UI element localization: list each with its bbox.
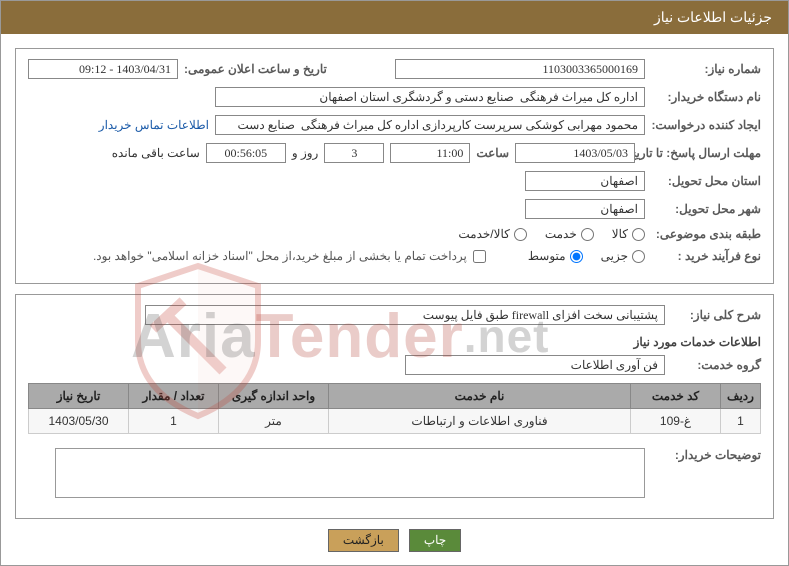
deadline-date-input [515,143,635,163]
row-service-group: گروه خدمت: [28,355,761,375]
deadline-time-input [390,143,470,163]
radio-service[interactable] [581,228,594,241]
announce-value-input [28,59,178,79]
payment-note: پرداخت تمام یا بخشی از مبلغ خرید،از محل … [93,249,467,263]
requester-input [215,115,645,135]
deliver-city-input [525,199,645,219]
radio-goods-option[interactable]: کالا [612,227,645,241]
radio-medium-label: متوسط [528,249,566,263]
content-area: شماره نیاز: تاریخ و ساعت اعلان عمومی: نا… [1,34,788,566]
service-group-input [405,355,665,375]
table-header-row: ردیف کد خدمت نام خدمت واحد اندازه گیری ت… [29,384,761,409]
row-process-type: نوع فرآیند خرید : جزیی متوسط پرداخت تمام… [28,249,761,263]
radio-medium[interactable] [570,250,583,263]
row-need-desc: شرح کلی نیاز: [28,305,761,325]
th-unit: واحد اندازه گیری [219,384,329,409]
days-input [324,143,384,163]
time-label: ساعت [476,146,509,160]
row-city: شهر محل تحویل: [28,199,761,219]
subject-radio-group: کالا خدمت کالا/خدمت [458,227,645,241]
radio-medium-option[interactable]: متوسط [528,249,583,263]
th-qty: تعداد / مقدار [129,384,219,409]
need-desc-input [145,305,665,325]
radio-minor[interactable] [632,250,645,263]
deadline-label: مهلت ارسال پاسخ: تا تاریخ: [641,146,761,160]
services-heading: اطلاعات خدمات مورد نیاز [28,335,761,349]
cell-code: غ-109 [631,409,721,434]
deliver-province-label: استان محل تحویل: [651,174,761,188]
radio-goods-label: کالا [612,227,628,241]
need-desc-label: شرح کلی نیاز: [671,308,761,322]
radio-minor-option[interactable]: جزیی [601,249,645,263]
buyer-org-input [215,87,645,107]
need-no-input [395,59,645,79]
radio-both-label: کالا/خدمت [458,227,509,241]
remaining-label: ساعت باقی مانده [112,146,200,160]
days-and-label: روز و [292,146,319,160]
subject-cat-label: طبقه بندی موضوعی: [651,227,761,241]
th-date: تاریخ نیاز [29,384,129,409]
buyer-contact-link[interactable]: اطلاعات تماس خریدار [99,118,209,132]
radio-goods[interactable] [632,228,645,241]
th-row: ردیف [721,384,761,409]
back-button[interactable]: بازگشت [328,529,399,552]
cell-date: 1403/05/30 [29,409,129,434]
need-desc-section: شرح کلی نیاز: اطلاعات خدمات مورد نیاز گر… [15,294,774,519]
window-frame: جزئیات اطلاعات نیاز شماره نیاز: تاریخ و … [0,0,789,566]
radio-service-option[interactable]: خدمت [545,227,594,241]
service-group-label: گروه خدمت: [671,358,761,372]
requester-label: ایجاد کننده درخواست: [651,118,761,132]
details-section: شماره نیاز: تاریخ و ساعت اعلان عمومی: نا… [15,48,774,284]
need-no-label: شماره نیاز: [651,62,761,76]
table-row: 1 غ-109 فناوری اطلاعات و ارتباطات متر 1 … [29,409,761,434]
treasury-checkbox[interactable] [473,250,486,263]
cell-qty: 1 [129,409,219,434]
row-deadline: مهلت ارسال پاسخ: تا تاریخ: ساعت روز و سا… [28,143,761,163]
row-buyer-org: نام دستگاه خریدار: [28,87,761,107]
row-buyer-notes: توضیحات خریدار: [28,448,761,498]
deliver-city-label: شهر محل تحویل: [651,202,761,216]
buyer-org-label: نام دستگاه خریدار: [651,90,761,104]
footer-buttons: چاپ بازگشت [15,529,774,552]
row-requester: ایجاد کننده درخواست: اطلاعات تماس خریدار [28,115,761,135]
buyer-notes-label: توضیحات خریدار: [651,448,761,462]
row-province: استان محل تحویل: [28,171,761,191]
process-radio-group: جزیی متوسط [528,249,645,263]
row-subject-category: طبقه بندی موضوعی: کالا خدمت کالا/خدمت [28,227,761,241]
radio-both-option[interactable]: کالا/خدمت [458,227,526,241]
process-type-label: نوع فرآیند خرید : [651,249,761,263]
cell-unit: متر [219,409,329,434]
hms-input [206,143,286,163]
title-bar: جزئیات اطلاعات نیاز [1,1,788,34]
radio-service-label: خدمت [545,227,577,241]
print-button[interactable]: چاپ [409,529,461,552]
announce-label: تاریخ و ساعت اعلان عمومی: [184,62,327,76]
row-need-number: شماره نیاز: تاریخ و ساعت اعلان عمومی: [28,59,761,79]
buyer-notes-box [55,448,645,498]
payment-checkbox-row: پرداخت تمام یا بخشی از مبلغ خرید،از محل … [93,249,486,263]
cell-idx: 1 [721,409,761,434]
th-name: نام خدمت [329,384,631,409]
deliver-province-input [525,171,645,191]
radio-minor-label: جزیی [601,249,628,263]
window-title: جزئیات اطلاعات نیاز [654,9,772,25]
th-code: کد خدمت [631,384,721,409]
cell-name: فناوری اطلاعات و ارتباطات [329,409,631,434]
services-table: ردیف کد خدمت نام خدمت واحد اندازه گیری ت… [28,383,761,434]
radio-both[interactable] [514,228,527,241]
